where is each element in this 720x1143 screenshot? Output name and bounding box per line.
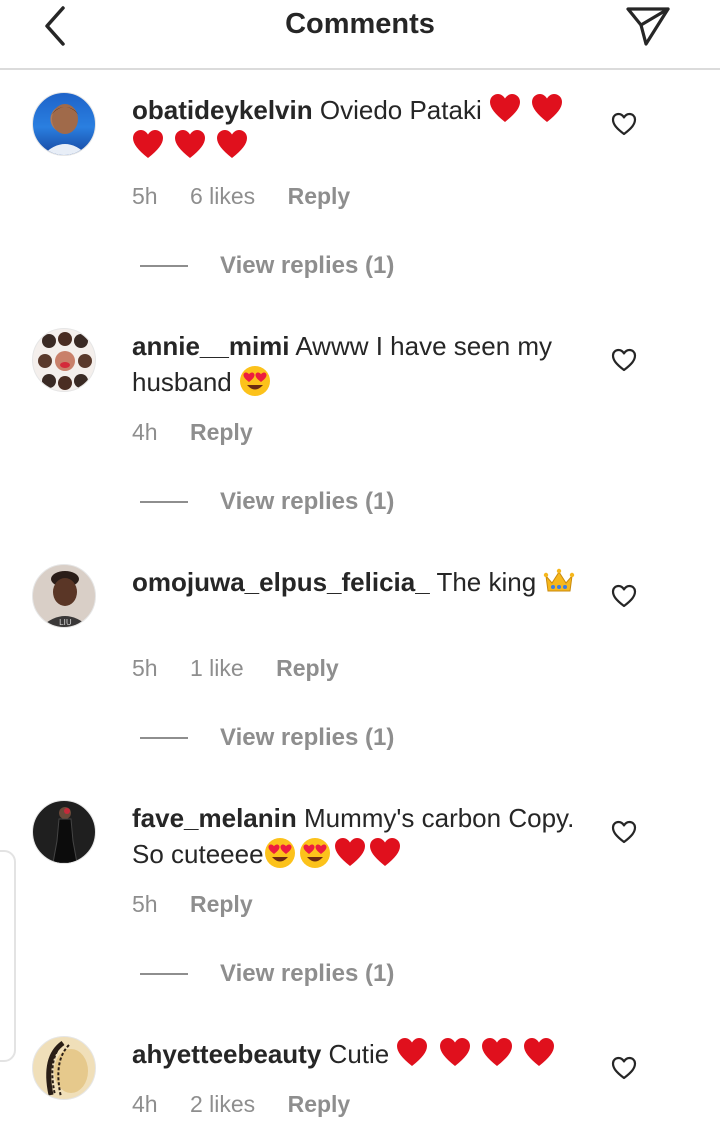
avatar-image xyxy=(38,332,92,390)
divider xyxy=(140,501,188,503)
comment-username[interactable]: fave_melanin xyxy=(132,803,297,833)
divider xyxy=(140,265,188,267)
view-replies-button[interactable]: View replies (1) xyxy=(140,957,394,991)
view-replies-label: View replies (1) xyxy=(220,488,395,515)
red-heart-icon xyxy=(532,94,563,122)
reply-button[interactable]: Reply xyxy=(190,419,253,445)
emoji-group xyxy=(239,366,274,397)
comment-time: 4h xyxy=(132,419,158,445)
heart-outline-icon xyxy=(611,584,637,608)
red-heart-icon xyxy=(133,130,163,158)
avatar-image xyxy=(46,1040,88,1098)
red-heart-icon xyxy=(439,1038,470,1066)
avatar-image xyxy=(43,104,87,155)
comment-meta: 5h 6 likes Reply xyxy=(132,180,376,212)
floating-panel-edge xyxy=(0,850,16,1062)
avatar[interactable]: LIU xyxy=(32,564,96,628)
red-heart-icon xyxy=(175,130,206,158)
red-heart-icon xyxy=(397,1038,428,1066)
avatar[interactable] xyxy=(32,92,96,156)
red-heart-icon xyxy=(481,1038,512,1066)
share-button[interactable] xyxy=(618,0,678,52)
avatar-image: LIU xyxy=(41,571,89,627)
heart-outline-icon xyxy=(611,1056,637,1080)
reply-button[interactable]: Reply xyxy=(288,183,351,209)
comment-username[interactable]: ahyetteebeauty xyxy=(132,1039,321,1069)
reply-button[interactable]: Reply xyxy=(288,1091,351,1117)
emoji-group xyxy=(264,838,404,869)
emoji-group xyxy=(396,1038,558,1069)
comment-meta: 4h Reply xyxy=(132,416,279,448)
view-replies-button[interactable]: View replies (1) xyxy=(140,721,394,755)
comment-username[interactable]: omojuwa_elpus_felicia_ xyxy=(132,567,430,597)
header-bar: Comments xyxy=(0,0,720,70)
red-heart-icon xyxy=(334,838,365,866)
comment-time: 5h xyxy=(132,655,158,681)
red-heart-icon xyxy=(524,1038,555,1066)
comment-time: 5h xyxy=(132,891,158,917)
comment-likes[interactable]: 6 likes xyxy=(190,183,255,209)
heart-outline-icon xyxy=(611,820,637,844)
heart-eyes-icon xyxy=(299,838,330,868)
comment-likes[interactable]: 1 like xyxy=(190,655,244,681)
comment-text: omojuwa_elpus_felicia_ The king xyxy=(132,564,587,600)
avatar[interactable] xyxy=(32,328,96,392)
comment-meta: 5h Reply xyxy=(132,888,279,920)
avatar[interactable] xyxy=(32,800,96,864)
heart-outline-icon xyxy=(611,112,637,136)
comment-text: ahyetteebeauty Cutie xyxy=(132,1036,587,1072)
paper-plane-icon xyxy=(626,7,670,46)
avatar[interactable] xyxy=(32,1036,96,1100)
crown-icon xyxy=(544,568,575,592)
heart-eyes-icon xyxy=(264,838,295,868)
svg-text:LIU: LIU xyxy=(59,618,72,627)
like-button[interactable] xyxy=(608,1052,640,1084)
reply-button[interactable]: Reply xyxy=(190,891,253,917)
heart-outline-icon xyxy=(611,348,637,372)
view-replies-label: View replies (1) xyxy=(220,252,395,279)
emoji-group xyxy=(543,567,578,597)
page-title: Comments xyxy=(285,8,435,40)
avatar-image xyxy=(52,807,78,863)
like-button[interactable] xyxy=(608,580,640,612)
divider xyxy=(140,973,188,975)
red-heart-icon xyxy=(217,130,248,158)
comment-body: Oviedo Pataki xyxy=(319,95,482,125)
red-heart-icon xyxy=(489,94,520,122)
comment-body: Cutie xyxy=(328,1039,390,1069)
comment-text: annie__mimi Awww I have seen my husband xyxy=(132,328,587,400)
red-heart-icon xyxy=(369,838,400,866)
comment-body: The king xyxy=(436,567,537,597)
like-button[interactable] xyxy=(608,108,640,140)
comment-meta: 5h 1 like Reply xyxy=(132,652,365,684)
heart-eyes-icon xyxy=(240,366,270,396)
reply-button[interactable]: Reply xyxy=(276,655,339,681)
divider xyxy=(140,737,188,739)
comment-text: fave_melanin Mummy's carbon Copy. So cut… xyxy=(132,800,587,872)
like-button[interactable] xyxy=(608,816,640,848)
comment-text: obatideykelvin Oviedo Pataki xyxy=(132,92,587,164)
comment-time: 4h xyxy=(132,1091,158,1117)
comment-username[interactable]: obatideykelvin xyxy=(132,95,313,125)
like-button[interactable] xyxy=(608,344,640,376)
comment-username[interactable]: annie__mimi xyxy=(132,331,290,361)
comment-likes[interactable]: 2 likes xyxy=(190,1091,255,1117)
view-replies-button[interactable]: View replies (1) xyxy=(140,249,394,283)
comment-time: 5h xyxy=(132,183,158,209)
view-replies-label: View replies (1) xyxy=(220,724,395,751)
view-replies-label: View replies (1) xyxy=(220,960,395,987)
comment-meta: 4h 2 likes Reply xyxy=(132,1088,376,1120)
view-replies-button[interactable]: View replies (1) xyxy=(140,485,394,519)
